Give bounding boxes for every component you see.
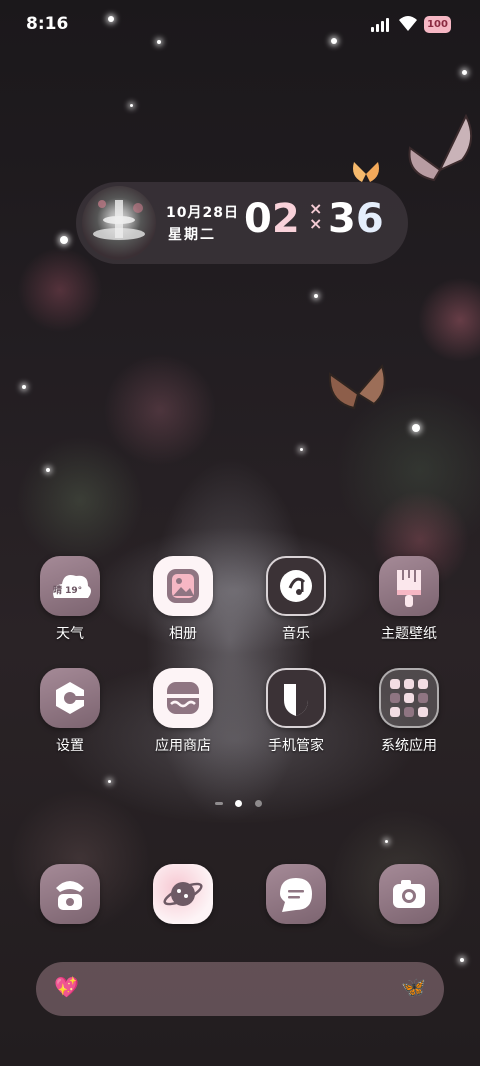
fountain-image [93,200,145,240]
app-phone-manager[interactable]: 手机管家 [256,668,336,755]
heart-icon: 💖 [54,975,79,999]
page-indicator[interactable] [215,798,265,808]
app-label: 天气 [56,626,84,642]
search-bar[interactable]: 💖 🦋 [36,962,444,1016]
folder-icon [379,668,439,728]
hour-digit-2: 2 [271,196,300,242]
browser-icon [153,864,213,924]
app-label: 主题壁纸 [381,626,437,642]
widget-date: 10月28日 [166,205,239,221]
sparkle [46,468,50,472]
butterfly-decoration [328,364,386,410]
app-label: 音乐 [282,626,310,642]
signal-icon [371,18,393,32]
app-gallery[interactable]: 相册 [143,556,223,643]
battery-indicator: 100 [424,16,451,33]
status-bar: 8:16 100 [0,0,480,50]
sparkle [460,958,464,962]
app-settings[interactable]: 设置 [30,668,110,755]
app-music[interactable]: 音乐 [256,556,336,643]
app-label: 相册 [169,626,197,642]
app-label: 应用商店 [155,738,211,754]
minute-digit-2: 6 [355,196,384,242]
wifi-icon [399,16,417,31]
phone-icon [40,864,100,924]
widget-hour: 02 [244,196,300,242]
app-store[interactable]: 应用商店 [143,668,223,755]
sparkle [22,385,26,389]
sparkle [385,840,388,843]
sparkle [314,294,318,298]
settings-icon [40,668,100,728]
sparkle [130,104,133,107]
theme-brush-icon [379,556,439,616]
status-time: 8:16 [26,14,69,34]
app-themes[interactable]: 主题壁纸 [369,556,449,643]
weather-icon: 晴 19° [40,556,100,616]
message-icon [266,864,326,924]
sparkle [300,448,303,451]
shield-icon [266,668,326,728]
sparkle [60,236,68,244]
dock-phone[interactable] [30,864,110,924]
music-icon [266,556,326,616]
sparkle [108,780,111,783]
app-label: 设置 [56,738,84,754]
store-icon [153,668,213,728]
fountain-photo [82,186,156,260]
weather-mini-text: 晴 19° [53,586,83,596]
dock-browser[interactable] [143,864,223,924]
time-separator: × × [309,199,323,233]
app-label: 系统应用 [381,738,437,754]
sparkle [462,70,467,75]
sparkle [412,424,420,432]
clock-widget[interactable]: 10月28日 星期二 02 × × 36 [76,182,408,264]
app-folder-system[interactable]: 系统应用 [369,668,449,755]
gallery-icon [153,556,213,616]
hour-digit-1: 0 [244,196,272,242]
widget-minute: 36 [328,196,384,242]
app-label: 手机管家 [268,738,324,754]
minute-digit-1: 3 [328,196,356,242]
dock-camera[interactable] [369,864,449,924]
butterfly-decoration [408,113,473,182]
widget-weekday: 星期二 [168,227,216,243]
dock-messages[interactable] [256,864,336,924]
butterfly-icon: 🦋 [401,975,426,999]
app-weather[interactable]: 晴 19° 天气 [30,556,110,643]
home-screen: 8:16 100 10月28日 星期二 02 × × 36 晴 19° 天气 相… [0,0,480,1066]
camera-icon [379,864,439,924]
